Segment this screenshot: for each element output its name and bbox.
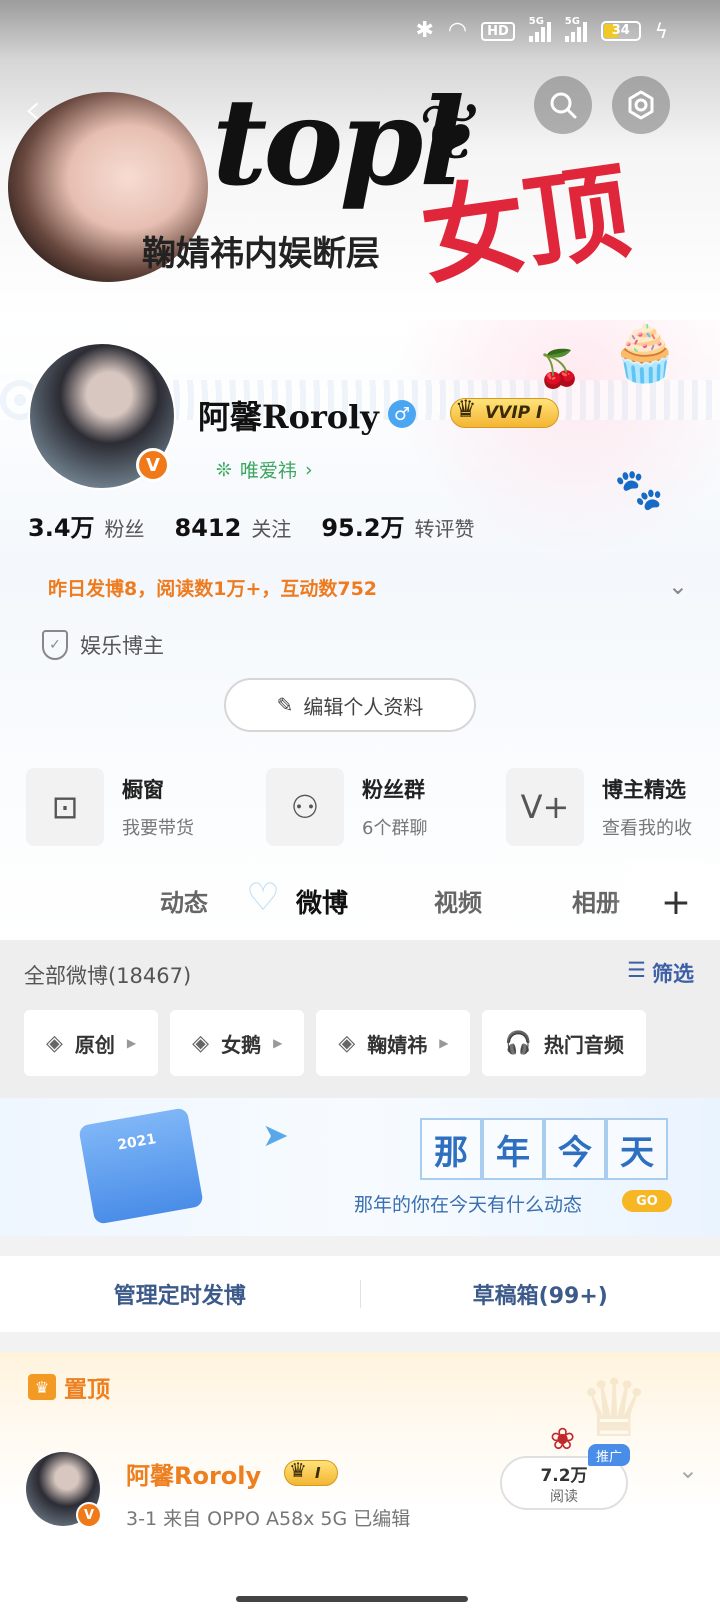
tab-album[interactable]: 相册 (572, 883, 620, 918)
v-plus-icon: V+ (506, 768, 584, 846)
banner-red-text: 女顶 (413, 149, 637, 300)
verified-badge: V (136, 448, 170, 482)
chip-hot-audio[interactable]: 🎧 热门音频 (482, 1010, 646, 1076)
blogger-tag[interactable]: ✓ 娱乐博主 (42, 630, 164, 660)
go-button[interactable]: GO (622, 1190, 672, 1212)
feed-count: 全部微博(18467) (24, 964, 192, 988)
paw-icon: 🐾 (614, 467, 664, 513)
tab-weibo[interactable]: 微博 (296, 883, 348, 920)
plus-icon: + (660, 882, 692, 923)
hd-indicator: HD (481, 21, 515, 41)
triangle-right-icon: ▶ (126, 1036, 137, 1050)
layers-icon: ◈ (338, 1030, 356, 1056)
cherry-icon: 🍒 (537, 349, 582, 390)
chevron-left-icon: ‹ (24, 84, 42, 135)
crown-icon: ♛ (28, 1374, 56, 1400)
post-author[interactable]: 阿馨Roroly (126, 1456, 261, 1491)
chevron-down-icon[interactable]: ⌄ (668, 572, 688, 600)
category-chips: ◈ 原创 ▶ ◈ 女鹅 ▶ ◈ 鞠婧祎 ▶ 🎧 热门音频 (24, 1010, 646, 1076)
edit-profile-button[interactable]: ✎ 编辑个人资料 (224, 678, 476, 732)
post-meta: 3-1 来自 OPPO A58x 5G 已编辑 (126, 1508, 411, 1530)
male-icon: ♂ (388, 400, 416, 428)
headphones-icon: 🎧 (504, 1030, 532, 1056)
stat-followers[interactable]: 3.4万 粉丝 (28, 508, 145, 543)
chip-original[interactable]: ◈ 原创 ▶ (24, 1010, 159, 1076)
home-indicator[interactable] (236, 1596, 468, 1602)
gear-icon (628, 90, 654, 120)
heart-icon: ♡ (246, 875, 281, 919)
crown-icon: ♛ (289, 1458, 307, 1482)
stat-interactions[interactable]: 95.2万 转评赞 (321, 508, 474, 543)
group-icon: ⚇ (266, 768, 344, 846)
pinned-label: ♛ 置顶 (28, 1370, 110, 1404)
layers-icon: ◈ (192, 1030, 210, 1056)
tab-activity[interactable]: 动态 (160, 883, 208, 918)
triangle-right-icon: ▶ (439, 1036, 449, 1050)
chip-ju-jingyi[interactable]: ◈ 鞠婧祎 ▶ (316, 1010, 471, 1076)
username: 阿馨Roroly (198, 398, 379, 436)
profile-tabs: 动态 ♡ 微博 视频 相册 + (0, 865, 720, 940)
calendar-icon: 2021 (78, 1107, 204, 1225)
pencil-icon: ✎ (276, 693, 294, 717)
signal-icon-2: 5G (564, 16, 587, 42)
shield-icon: ✓ (42, 630, 68, 660)
chip-daughter[interactable]: ◈ 女鹅 ▶ (170, 1010, 305, 1076)
signal-icon: 5G (528, 16, 551, 42)
search-icon (550, 92, 577, 119)
crown-watermark-icon: ♛ (578, 1362, 650, 1455)
crown-icon: ♛ (455, 395, 477, 423)
filter-icon: ☰ (627, 958, 646, 982)
stat-following[interactable]: 8412 关注 (175, 513, 292, 542)
search-button[interactable] (534, 76, 592, 134)
add-tab-button[interactable]: + (632, 865, 720, 940)
roses-icon: ❀ (550, 1422, 576, 1457)
drafts-button[interactable]: 草稿箱(99+) (361, 1256, 720, 1332)
chevron-down-icon[interactable]: ⌄ (678, 1456, 698, 1484)
activity-summary[interactable]: 昨日发博8，阅读数1万+，互动数752 (48, 574, 377, 601)
service-row: ⊡ 橱窗 我要带货 ⚇ 粉丝群 6个群聊 V+ 博主精选 查看我的收 (0, 768, 720, 846)
profile-stats: 3.4万 粉丝 8412 关注 95.2万 转评赞 (28, 508, 475, 543)
back-button[interactable]: ‹ (24, 84, 42, 135)
feed-header: 全部微博(18467) ☰ 筛选 ◈ 原创 ▶ ◈ 女鹅 ▶ ◈ 鞠婧祎 ▶ 🎧… (0, 940, 720, 1100)
on-this-day-banner[interactable]: 2021 ➤ 那 年 今 天 那年的你在今天有什么动态 GO (0, 1098, 720, 1236)
filter-button[interactable]: ☰ 筛选 (627, 958, 694, 988)
on-this-day-title: 那 年 今 天 (420, 1118, 668, 1180)
scheduled-posts-button[interactable]: 管理定时发博 (0, 1256, 360, 1332)
bluetooth-icon: ✱ (415, 18, 434, 43)
promote-badge[interactable]: 推广 (588, 1444, 631, 1466)
vvip-badge[interactable]: ♛ VVIP I (450, 395, 560, 428)
member-badge[interactable]: ♛ I (284, 1458, 338, 1486)
verified-badge: V (76, 1502, 102, 1528)
snowflake-icon: ❊ (216, 458, 232, 481)
wifi-icon: ◠ (447, 18, 468, 43)
shopping-bag-icon: ⊡ (26, 768, 104, 846)
chevron-right-icon: › (304, 458, 313, 481)
status-bar: ✱ ◠ HD 5G 5G 34 ϟ (0, 0, 720, 62)
settings-button[interactable] (612, 76, 670, 134)
on-this-day-subtitle: 那年的你在今天有什么动态 (354, 1194, 583, 1216)
layers-icon: ◈ (46, 1030, 63, 1056)
fan-club-tag[interactable]: ❊ 唯爱祎 › (216, 456, 313, 483)
battery-icon: 34 (600, 21, 641, 41)
bolt-icon: ϟ (654, 19, 668, 43)
tab-video[interactable]: 视频 (434, 883, 482, 918)
service-fan-group[interactable]: ⚇ 粉丝群 6个群聊 (240, 768, 480, 846)
triangle-right-icon: ▶ (273, 1036, 283, 1050)
service-picks[interactable]: V+ 博主精选 查看我的收 (480, 768, 720, 846)
cat-cupcake-icon: 🧁 (610, 321, 680, 386)
paper-plane-icon: ➤ (262, 1116, 289, 1154)
profile-card: 🍒 🧁 🐾 V 阿馨Roroly ♂ ♛ VVIP I ❊ 唯爱祎 › 3.4万… (0, 320, 720, 940)
pinned-post[interactable]: ♛ ♛ 置顶 V 阿馨Roroly ♛ I 3-1 来自 OPPO A58x 5… (0, 1352, 720, 1612)
banner-subtitle: 鞠婧祎内娱断层 (142, 234, 380, 274)
manage-row: 管理定时发博 草稿箱(99+) (0, 1256, 720, 1332)
service-showcase[interactable]: ⊡ 橱窗 我要带货 (0, 768, 240, 846)
